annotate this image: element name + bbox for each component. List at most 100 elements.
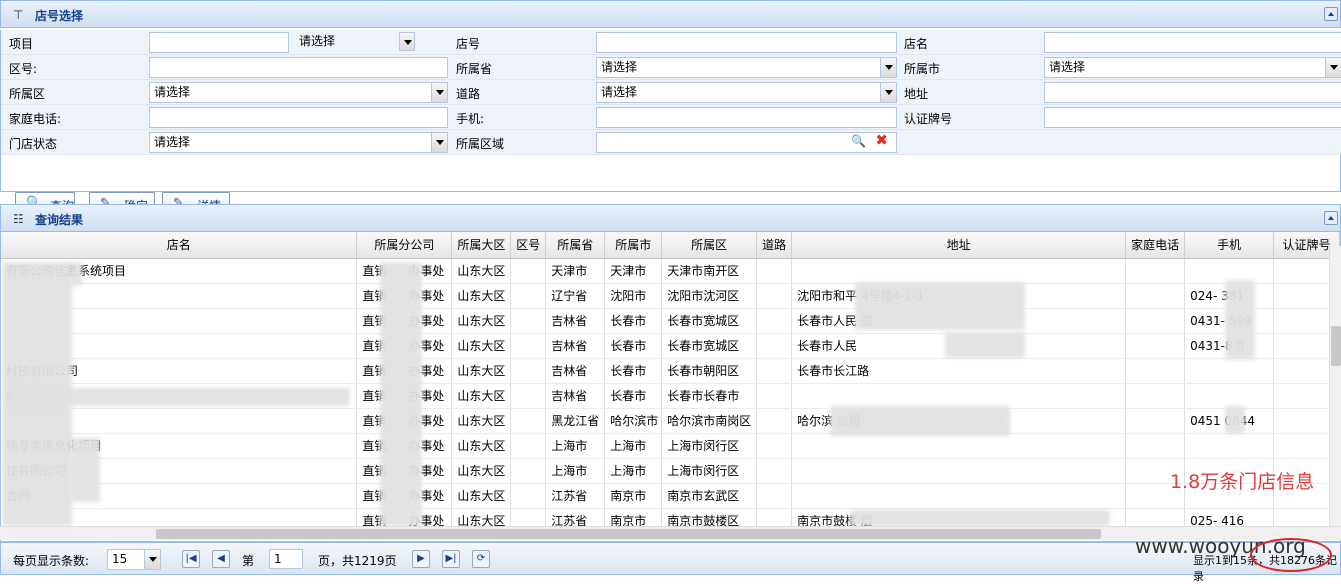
collapse-results-button[interactable] (1324, 211, 1338, 225)
select-field[interactable]: 请选择 (149, 82, 448, 103)
text-input[interactable] (596, 107, 897, 128)
text-input[interactable] (596, 32, 897, 53)
select-field[interactable]: 请选择 (596, 82, 897, 103)
text-input[interactable] (149, 57, 448, 78)
table-cell (1125, 433, 1186, 459)
column-header[interactable]: 手机 (1184, 232, 1274, 259)
table-cell: 上海市 (545, 458, 606, 484)
page-number-input[interactable]: 1 (269, 549, 303, 569)
table-cell (510, 433, 547, 459)
field-label: 店名 (904, 37, 929, 51)
table-cell (510, 458, 547, 484)
watermark-annotation: 1.8万条门店信息 (1170, 471, 1315, 493)
form-row: 门店状态 请选择 所属区域 🔍 ✖ (1, 130, 1341, 155)
table-row[interactable]: 直销 办事处 山东大区 吉林省 长春市 长春市宽城区 长春市人民 室 0431- 599 (1, 308, 1340, 334)
column-header[interactable]: 所属大区 (451, 232, 512, 259)
first-page-button[interactable]: |◀ (182, 550, 200, 568)
field-label: 认证牌号 (904, 112, 953, 126)
column-header[interactable]: 区号 (510, 232, 547, 259)
table-cell: 沈阳市 (604, 283, 663, 309)
refresh-icon[interactable]: ⟳ (472, 550, 490, 568)
column-header[interactable]: 所属区 (661, 232, 758, 259)
column-header[interactable]: 所属分公司 (356, 232, 453, 259)
table-cell: 上海市闵行区 (661, 433, 758, 459)
table-row[interactable]: 锁专卖信息化项目直销办事处山东大区上海市上海市上海市闵行区 (1, 433, 1340, 459)
column-header[interactable]: 所属市 (604, 232, 663, 259)
text-input[interactable] (1044, 82, 1341, 103)
table-row[interactable]: 直销 办事处 山东大区 吉林省 长春市 长春市宽城区 长春市人民 0431-8 0 (1, 333, 1340, 359)
table-cell: 沈阳市沈河区 (661, 283, 758, 309)
table-cell (756, 358, 793, 384)
table-cell (756, 408, 793, 434)
table-cell (791, 383, 1127, 409)
text-input[interactable] (149, 107, 448, 128)
table-row[interactable]: 科技有限公司直销办事处山东大区吉林省长春市长春市朝阳区长春市长江路 (1, 358, 1340, 384)
text-input[interactable] (1044, 32, 1341, 53)
table-cell: 长春市 (604, 308, 663, 334)
results-table: 店名所属分公司所属大区区号所属省所属市所属区道路地址家庭电话手机认证牌号 有限公… (1, 232, 1340, 534)
table-cell: 长春市 (604, 333, 663, 359)
table-cell (756, 333, 793, 359)
form-row: 所属区 请选择 道路 请选择 地址 (1, 80, 1341, 105)
field-label: 所属区域 (456, 137, 505, 151)
table-cell: 长春市宽城区 (661, 308, 758, 334)
field-label: 手机: (456, 112, 485, 126)
table-row[interactable]: 直销办事处山东大区黑龙江省哈尔滨市哈尔滨市南岗区哈尔滨 商服0451 0644 (1, 408, 1340, 434)
page-label: 第 (242, 554, 255, 568)
table-cell: 长春市长春市 (661, 383, 758, 409)
select-field[interactable]: 请选择 (596, 57, 897, 78)
table-cell: 南京市 (604, 483, 663, 509)
region-picker[interactable]: 🔍 ✖ (596, 132, 897, 153)
table-cell: 山东大区 (451, 258, 512, 284)
table-cell (1125, 358, 1186, 384)
field-label: 所属省 (456, 62, 493, 76)
clear-icon[interactable]: ✖ (875, 133, 888, 148)
form-row: 家庭电话: 手机: 认证牌号 (1, 105, 1341, 130)
table-row[interactable]: 有限公司信息系统项目直销办事处山东大区天津市天津市天津市南开区 (1, 258, 1340, 284)
form-row: 项目 请选择 店号 店名 (1, 30, 1341, 55)
table-cell: 上海市 (604, 433, 663, 459)
table-cell: 山东大区 (451, 408, 512, 434)
table-row[interactable]: 合同直销办事处山东大区江苏省南京市南京市玄武区 (1, 483, 1340, 509)
table-cell: 吉林省 (545, 358, 606, 384)
table-cell (791, 433, 1127, 459)
last-page-button[interactable]: ▶| (442, 550, 460, 568)
search-icon[interactable]: 🔍 (851, 134, 866, 149)
table-row[interactable]: 直销办事处山东大区辽宁省沈阳市沈阳市沈河区沈阳市和平 4号楼4-1-1024- … (1, 283, 1340, 309)
select-field[interactable]: 请选择 (1044, 57, 1341, 78)
project-select[interactable]: 请选择 (295, 32, 415, 53)
column-header[interactable]: 店名 (1, 232, 358, 259)
column-header[interactable]: 道路 (756, 232, 793, 259)
text-input[interactable] (1044, 107, 1341, 128)
table-cell (510, 483, 547, 509)
table-cell: 上海市 (545, 433, 606, 459)
table-cell: 山东大区 (451, 433, 512, 459)
table-cell: 山东大区 (451, 283, 512, 309)
column-header[interactable]: 地址 (791, 232, 1127, 259)
field-label: 家庭电话: (9, 112, 62, 126)
table-cell (791, 458, 1127, 484)
table-cell (510, 383, 547, 409)
field-label: 所属市 (904, 62, 941, 76)
page-size-select[interactable]: 15 (107, 549, 161, 570)
table-cell (1125, 383, 1186, 409)
project-text-input[interactable] (149, 32, 289, 53)
table-row[interactable]: 技有限公司直销办事处山东大区上海市上海市上海市闵行区 (1, 458, 1340, 484)
vertical-scrollbar[interactable] (1329, 246, 1341, 540)
page-count-text: 页，共1219页 (318, 554, 397, 568)
table-cell (510, 283, 547, 309)
prev-page-button[interactable]: ◀ (212, 550, 230, 568)
next-page-button[interactable]: ▶ (412, 550, 430, 568)
table-cell (510, 358, 547, 384)
table-cell: 山东大区 (451, 308, 512, 334)
table-cell: 长春市宽城区 (661, 333, 758, 359)
collapse-search-button[interactable] (1324, 7, 1338, 21)
results-panel-header: ☷ 查询结果 (0, 204, 1341, 232)
select-field[interactable]: 请选择 (149, 132, 448, 153)
column-header[interactable]: 家庭电话 (1125, 232, 1186, 259)
field-label: 店号 (456, 37, 481, 51)
column-header[interactable]: 所属省 (545, 232, 606, 259)
table-cell: 天津市 (604, 258, 663, 284)
form-row: 区号: 所属省 请选择 所属市 请选择 (1, 55, 1341, 80)
table-cell (1184, 383, 1274, 409)
